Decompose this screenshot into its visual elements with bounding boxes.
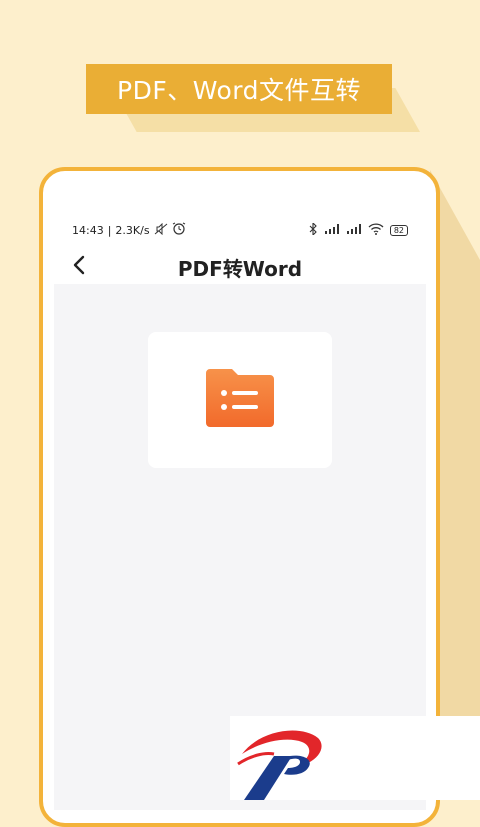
signal-icon: [324, 223, 340, 237]
status-bar: 14:43 | 2.3K/s 82: [54, 210, 426, 250]
signal-icon-2: [346, 223, 362, 237]
alarm-icon: [172, 222, 186, 238]
status-divider: |: [107, 223, 112, 237]
chevron-left-icon: [72, 255, 86, 279]
banner-title: PDF、Word文件互转: [117, 76, 361, 105]
folder-list-icon: [204, 367, 276, 433]
back-button[interactable]: [66, 254, 92, 280]
status-time: 14:43: [72, 223, 104, 237]
status-right: 82: [308, 221, 408, 238]
battery-indicator: 82: [389, 224, 408, 236]
bluetooth-icon: [308, 221, 318, 238]
status-left: 14:43 | 2.3K/s: [72, 222, 186, 238]
brand-logo: [230, 716, 480, 800]
select-file-card[interactable]: [148, 332, 332, 468]
header-bar: PDF转Word: [54, 250, 426, 284]
promo-banner: PDF、Word文件互转: [86, 64, 392, 114]
status-network-speed: 2.3K/s: [115, 223, 150, 237]
wifi-icon: [368, 222, 384, 238]
mute-icon: [154, 222, 168, 238]
page-title: PDF转Word: [177, 256, 303, 281]
